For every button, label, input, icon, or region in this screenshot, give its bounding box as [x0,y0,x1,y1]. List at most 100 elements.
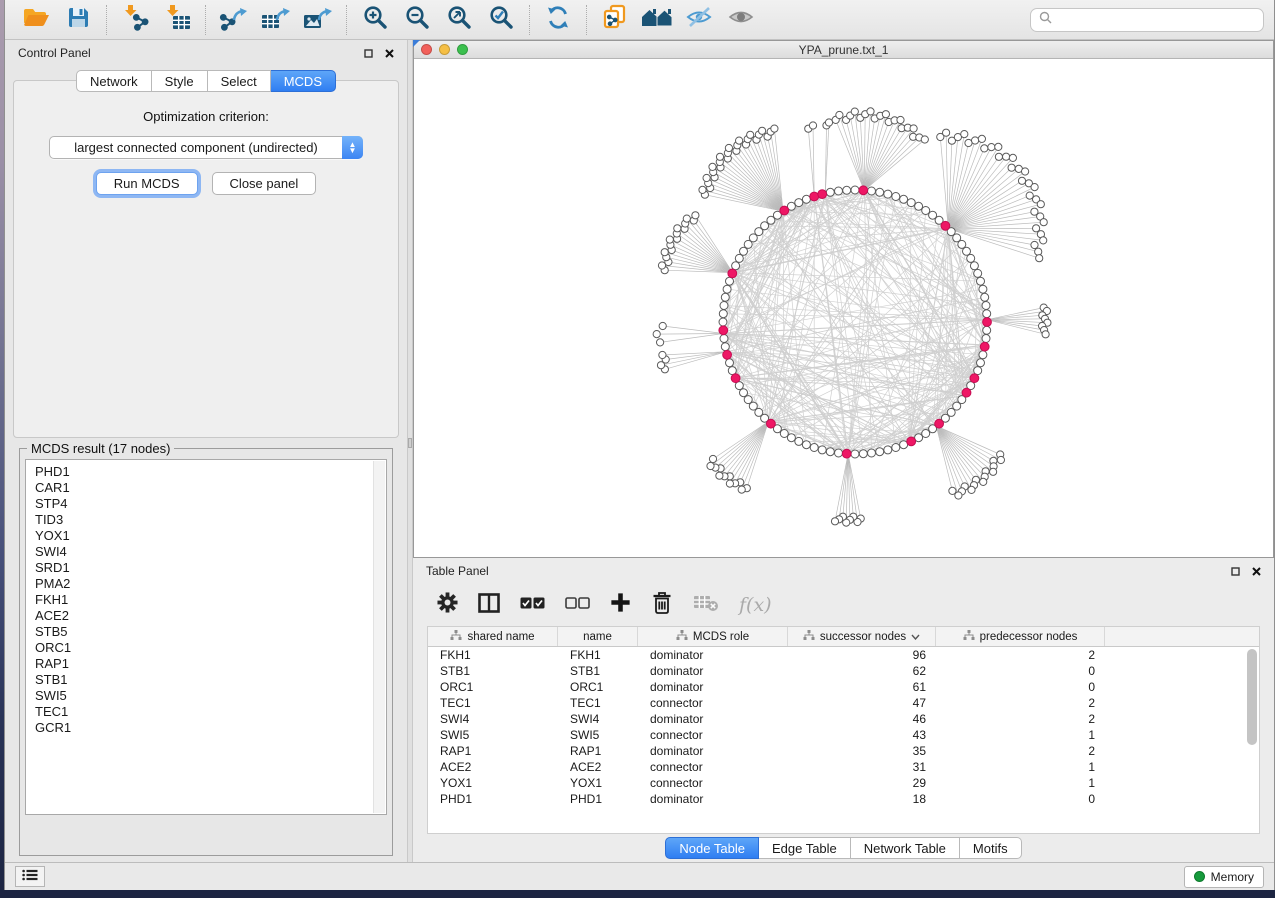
result-item[interactable]: FKH1 [35,592,377,608]
cell-shared-name: RAP1 [428,744,558,758]
zoom-fit-button[interactable] [438,3,480,37]
settings-gear-button[interactable] [437,592,458,618]
memory-button[interactable]: Memory [1184,866,1264,888]
cell-name: FKH1 [558,648,638,662]
column-header-MCDS-role[interactable]: MCDS role [638,627,788,646]
close-panel-icon[interactable] [385,49,394,58]
column-header-name[interactable]: name [558,627,638,646]
cell-MCDS-role: dominator [638,680,788,694]
result-item[interactable]: YOX1 [35,528,377,544]
tab-style[interactable]: Style [152,70,208,92]
result-item[interactable]: STP4 [35,496,377,512]
result-item[interactable]: CAR1 [35,480,377,496]
add-column-button[interactable] [610,592,631,618]
table-row[interactable]: STB1STB1dominator620 [428,663,1259,679]
result-item[interactable]: SWI5 [35,688,377,704]
table-row[interactable]: ACE2ACE2connector311 [428,759,1259,775]
export-network-icon [218,4,250,36]
save-button[interactable] [57,3,99,37]
close-window-light[interactable] [421,44,432,55]
result-item[interactable]: GCR1 [35,720,377,736]
select-all-checkboxes-button[interactable] [520,596,545,614]
search-input[interactable] [1058,13,1255,27]
tab-network-table[interactable]: Network Table [851,837,960,859]
node-table[interactable]: shared namenameMCDS rolesuccessor nodesp… [427,626,1260,834]
hide-selected-button[interactable] [678,3,720,37]
save-icon [66,5,91,35]
result-item[interactable]: TEC1 [35,704,377,720]
shared-column-icon [803,630,815,644]
result-item[interactable]: TID3 [35,512,377,528]
tab-mcds[interactable]: MCDS [271,70,336,92]
table-row[interactable]: YOX1YOX1connector291 [428,775,1259,791]
float-panel-icon[interactable] [364,49,373,58]
import-network-button[interactable] [114,3,156,37]
deselect-all-checkboxes-button[interactable] [565,596,590,614]
table-row[interactable]: FKH1FKH1dominator962 [428,647,1259,663]
optimization-criterion-select[interactable]: largest connected component (undirected)… [49,136,363,159]
table-row[interactable]: PHD1PHD1dominator180 [428,791,1259,807]
column-header-shared-name[interactable]: shared name [428,627,558,646]
open-folder-button[interactable] [15,3,57,37]
zoom-selected-icon [488,4,515,36]
table-row[interactable]: ORC1ORC1dominator610 [428,679,1259,695]
mcds-result-list[interactable]: PHD1CAR1STP4TID3YOX1SWI4SRD1PMA2FKH1ACE2… [25,459,387,815]
result-item[interactable]: ORC1 [35,640,377,656]
task-history-button[interactable] [15,866,45,887]
show-columns-button[interactable] [478,593,500,618]
export-image-button[interactable] [297,3,339,37]
tab-select[interactable]: Select [208,70,271,92]
search-box[interactable] [1030,8,1264,32]
table-body: FKH1FKH1dominator962STB1STB1dominator620… [428,647,1259,807]
cell-shared-name: ACE2 [428,760,558,774]
network-graph[interactable] [414,59,1273,556]
result-item[interactable]: STB5 [35,624,377,640]
delete-trash-button[interactable] [651,591,673,620]
tab-node-table[interactable]: Node Table [665,837,759,859]
zoom-in-button[interactable] [354,3,396,37]
result-scrollbar[interactable] [373,461,385,813]
result-item[interactable]: PMA2 [35,576,377,592]
show-all-button[interactable] [720,3,762,37]
refresh-button[interactable] [537,3,579,37]
minimize-window-light[interactable] [439,44,450,55]
zoom-window-light[interactable] [457,44,468,55]
zoom-out-button[interactable] [396,3,438,37]
export-table-button[interactable] [255,3,297,37]
settings-gear-icon [437,592,458,618]
mcds-result-items: PHD1CAR1STP4TID3YOX1SWI4SRD1PMA2FKH1ACE2… [35,464,377,736]
float-table-panel-icon[interactable] [1231,567,1240,576]
table-row[interactable]: SWI4SWI4dominator462 [428,711,1259,727]
zoom-selected-button[interactable] [480,3,522,37]
result-item[interactable]: PHD1 [35,464,377,480]
result-item[interactable]: SWI4 [35,544,377,560]
run-mcds-button[interactable]: Run MCDS [96,172,198,195]
tab-network[interactable]: Network [76,70,152,92]
first-neighbors-icon [641,4,673,35]
close-panel-button[interactable]: Close panel [212,172,317,195]
cell-successor-nodes: 29 [788,776,936,790]
table-row[interactable]: TEC1TEC1connector472 [428,695,1259,711]
network-canvas[interactable] [414,59,1273,557]
duplicate-network-button[interactable] [594,3,636,37]
table-scrollbar-thumb[interactable] [1247,649,1257,745]
show-columns-icon [478,593,500,618]
result-item[interactable]: STB1 [35,672,377,688]
close-table-panel-icon[interactable] [1252,567,1261,576]
network-window-title: YPA_prune.txt_1 [414,43,1273,57]
cell-shared-name: ORC1 [428,680,558,694]
duplicate-network-icon [601,4,629,36]
column-header-successor-nodes[interactable]: successor nodes [788,627,936,646]
table-row[interactable]: SWI5SWI5connector431 [428,727,1259,743]
table-header-row: shared namenameMCDS rolesuccessor nodesp… [428,627,1259,647]
result-item[interactable]: RAP1 [35,656,377,672]
first-neighbors-button[interactable] [636,3,678,37]
import-table-button[interactable] [156,3,198,37]
export-network-button[interactable] [213,3,255,37]
result-item[interactable]: ACE2 [35,608,377,624]
result-item[interactable]: SRD1 [35,560,377,576]
tab-edge-table[interactable]: Edge Table [759,837,851,859]
column-header-predecessor-nodes[interactable]: predecessor nodes [936,627,1105,646]
table-row[interactable]: RAP1RAP1dominator352 [428,743,1259,759]
tab-motifs[interactable]: Motifs [960,837,1022,859]
